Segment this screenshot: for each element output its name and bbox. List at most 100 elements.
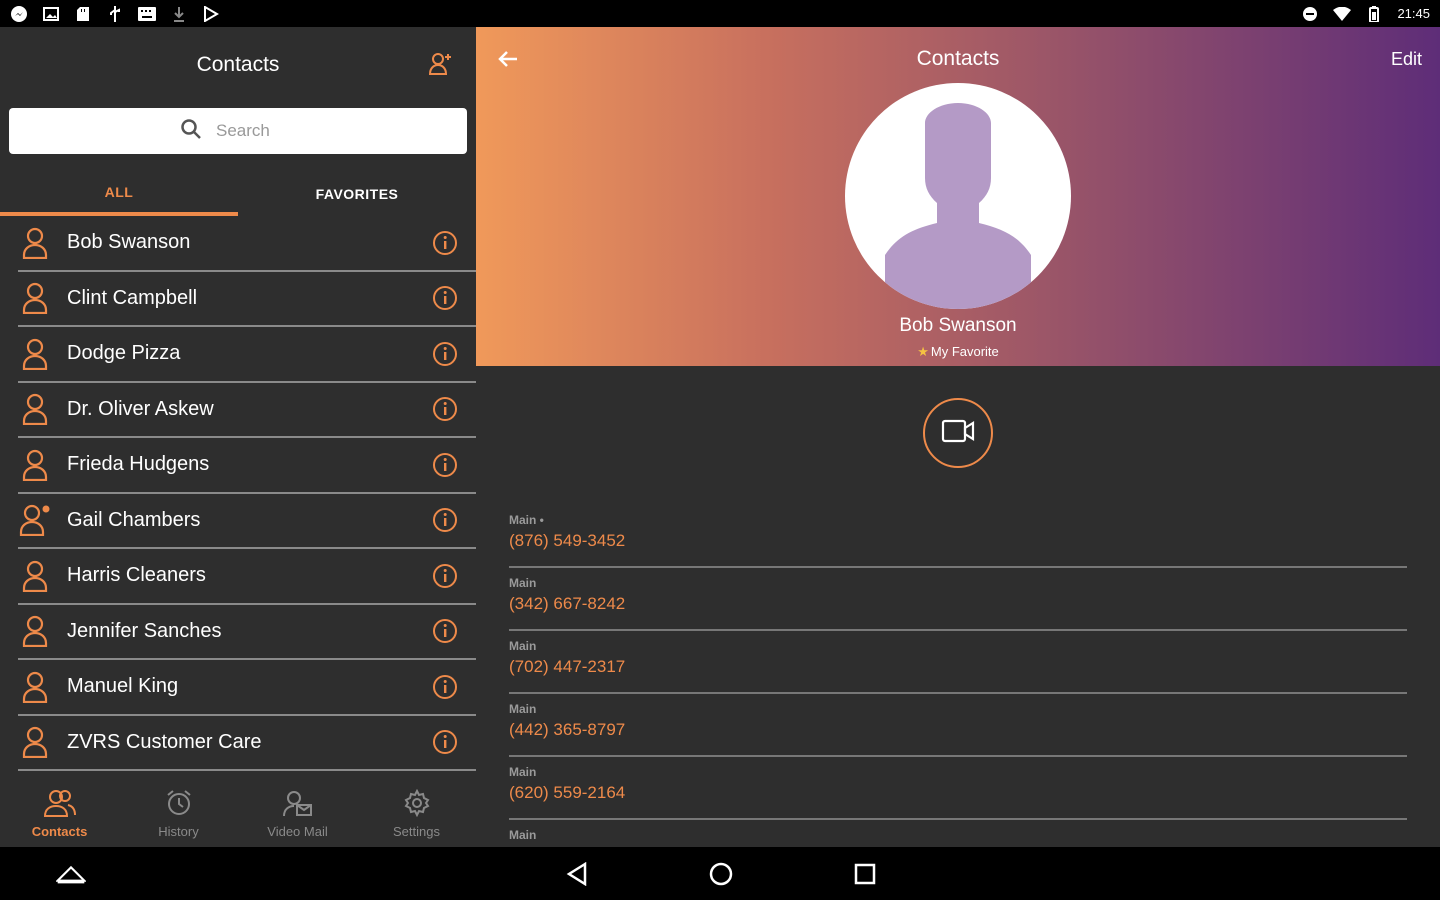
person-icon — [18, 559, 52, 593]
info-icon[interactable] — [432, 618, 458, 644]
person-favorite-icon — [18, 503, 52, 537]
phone-row[interactable]: Main (702) 447-2317 — [509, 631, 1407, 694]
usb-icon — [106, 5, 124, 22]
contact-row[interactable]: Dodge Pizza — [18, 327, 476, 383]
search-input[interactable] — [216, 121, 296, 141]
keyboard-icon — [138, 6, 156, 22]
wifi-icon — [1333, 6, 1352, 22]
info-icon[interactable] — [432, 674, 458, 700]
nav-contacts[interactable]: Contacts — [0, 780, 119, 847]
phone-number[interactable]: (620) 559-2164 — [509, 783, 1407, 803]
nav-label: Contacts — [31, 823, 88, 839]
nav-video-mail[interactable]: Video Mail — [238, 780, 357, 847]
video-camera-icon — [941, 418, 975, 449]
person-icon — [18, 281, 52, 315]
add-contact-icon[interactable] — [428, 51, 454, 77]
info-icon[interactable] — [432, 729, 458, 755]
contact-tabs: ALL FAVORITES — [0, 172, 476, 216]
contact-name: Frieda Hudgens — [67, 453, 210, 476]
contact-row[interactable]: Frieda Hudgens — [18, 438, 476, 494]
info-icon[interactable] — [432, 341, 458, 367]
contact-row[interactable]: Clint Campbell — [18, 272, 476, 327]
nav-label: History — [158, 823, 199, 839]
search-icon — [180, 118, 202, 145]
contact-name: Harris Cleaners — [67, 564, 206, 587]
phone-label: Main — [509, 702, 537, 716]
status-bar-right: 21:45 — [1301, 5, 1430, 22]
nav-label: Settings — [393, 823, 440, 839]
info-icon[interactable] — [432, 507, 458, 533]
person-icon — [18, 337, 52, 371]
messenger-icon — [10, 5, 28, 22]
info-icon[interactable] — [432, 285, 458, 311]
contact-row[interactable]: Manuel King — [18, 660, 476, 716]
contacts-panel: Contacts ALL FAVORITES Bob Swanson Clint… — [0, 27, 476, 847]
contact-row[interactable]: Jennifer Sanches — [18, 605, 476, 660]
phone-number[interactable]: (876) 549-3452 — [509, 531, 1407, 551]
contact-row[interactable]: Harris Cleaners — [18, 549, 476, 605]
nav-history[interactable]: History — [119, 780, 238, 847]
nav-label: Video Mail — [267, 823, 328, 839]
contact-row[interactable]: ZVRS Customer Care — [18, 716, 476, 771]
gear-icon — [403, 788, 431, 822]
contacts-icon — [43, 789, 76, 822]
phone-row[interactable]: Main (442) 365-8797 — [509, 694, 1407, 757]
contact-name: Dr. Oliver Askew — [67, 397, 214, 420]
home-icon[interactable] — [706, 859, 736, 889]
phone-row[interactable]: Main • (876) 549-3452 — [509, 505, 1407, 568]
person-icon — [18, 448, 52, 482]
system-nav-bar — [0, 847, 1440, 900]
person-icon — [18, 670, 52, 704]
nav-settings[interactable]: Settings — [357, 780, 476, 847]
recents-icon[interactable] — [850, 859, 880, 889]
search-box[interactable] — [9, 108, 467, 154]
video-mail-icon — [282, 789, 313, 822]
status-bar-left — [10, 5, 220, 22]
contact-name: Jennifer Sanches — [67, 619, 222, 642]
contact-name: Manuel King — [67, 675, 179, 698]
phone-list: Main • (876) 549-3452 Main (342) 667-824… — [509, 505, 1407, 883]
star-icon: ★ — [917, 344, 929, 359]
contact-row[interactable]: Bob Swanson — [18, 216, 476, 272]
keyboard-hide-icon[interactable] — [56, 859, 86, 889]
avatar — [845, 83, 1071, 309]
edit-button[interactable]: Edit — [1391, 49, 1422, 70]
contact-hero: Contacts Edit Bob Swanson ★ My Favorite — [476, 27, 1440, 366]
contact-list: Bob Swanson Clint Campbell Dodge Pizza D… — [18, 216, 476, 771]
battery-icon — [1365, 5, 1383, 22]
phone-row[interactable]: Main (620) 559-2164 — [509, 757, 1407, 820]
phone-number[interactable]: (702) 447-2317 — [509, 657, 1407, 677]
sd-card-icon — [74, 6, 92, 22]
info-icon[interactable] — [432, 452, 458, 478]
phone-label: Main — [509, 576, 537, 590]
tab-favorites[interactable]: FAVORITES — [238, 172, 476, 216]
phone-number[interactable]: (342) 667-8242 — [509, 594, 1407, 614]
info-icon[interactable] — [432, 230, 458, 256]
page-title: Contacts — [196, 52, 280, 76]
person-icon — [18, 614, 52, 648]
clock: 21:45 — [1397, 6, 1430, 21]
contact-full-name: Bob Swanson — [899, 315, 1017, 336]
person-icon — [18, 226, 52, 260]
phone-label: Main — [509, 828, 537, 842]
phone-label: Main • — [509, 513, 544, 527]
person-icon — [18, 725, 52, 759]
detail-title: Contacts — [916, 47, 1000, 70]
phone-row[interactable]: Main (342) 667-8242 — [509, 568, 1407, 631]
contact-name: Clint Campbell — [67, 286, 198, 309]
info-icon[interactable] — [432, 563, 458, 589]
tab-all[interactable]: ALL — [0, 172, 238, 216]
alarm-clock-icon — [165, 789, 193, 822]
contact-name: Dodge Pizza — [67, 342, 181, 365]
phone-number[interactable]: (442) 365-8797 — [509, 720, 1407, 740]
favorite-label: My Favorite — [930, 344, 999, 359]
person-icon — [18, 392, 52, 426]
contact-row[interactable]: Dr. Oliver Askew — [18, 383, 476, 438]
info-icon[interactable] — [432, 396, 458, 422]
contacts-header: Contacts — [0, 27, 476, 102]
contact-name: Gail Chambers — [67, 508, 201, 531]
contact-row[interactable]: Gail Chambers — [18, 494, 476, 549]
bottom-nav: Contacts History Video Mail Settings — [0, 780, 476, 847]
video-call-button[interactable] — [923, 398, 993, 468]
back-icon[interactable] — [562, 859, 592, 889]
